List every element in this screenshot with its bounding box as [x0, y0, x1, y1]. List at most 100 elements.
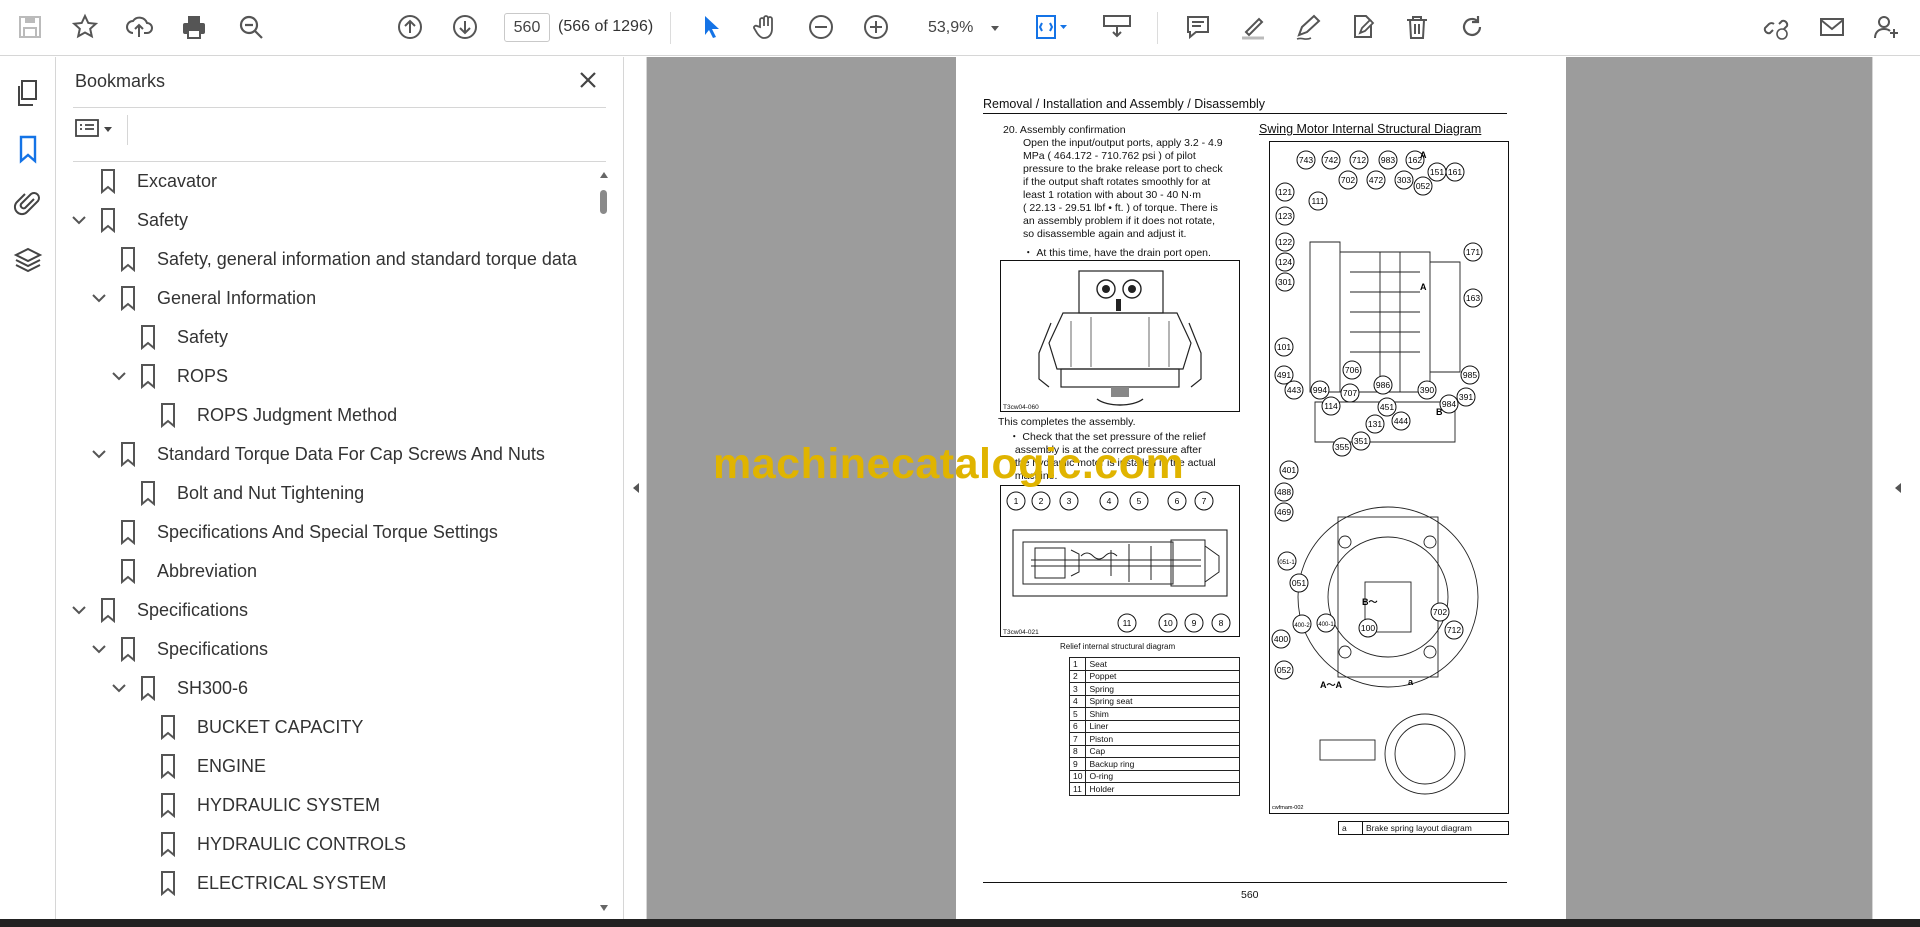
callout-label: 469: [1277, 507, 1291, 517]
chevron-down-icon[interactable]: [69, 210, 89, 230]
callout-bubble: 163: [1463, 288, 1483, 308]
page-number-input[interactable]: 560: [504, 13, 550, 42]
page-up-icon[interactable]: [393, 10, 427, 44]
bookmark-item[interactable]: Safety, general information and standard…: [89, 242, 577, 276]
bookmark-item[interactable]: ENGINE: [129, 749, 266, 783]
bookmark-item[interactable]: Safety: [69, 203, 188, 237]
right-panel-toggle[interactable]: [1872, 57, 1920, 927]
callout-bubble: 8: [1211, 613, 1231, 633]
account-icon[interactable]: [1869, 10, 1903, 44]
page-down-icon[interactable]: [448, 10, 482, 44]
edit-pdf-icon[interactable]: [1346, 10, 1380, 44]
share-link-icon[interactable]: [1759, 10, 1793, 44]
callout-label: 400: [1274, 634, 1288, 644]
callout-bubble: 400-2: [1292, 614, 1312, 634]
star-icon[interactable]: [68, 10, 102, 44]
draw-icon[interactable]: [1291, 10, 1325, 44]
callout-bubble: 488: [1274, 482, 1294, 502]
part-number: 11: [1068, 782, 1087, 796]
bookmark-item[interactable]: BUCKET CAPACITY: [129, 710, 363, 744]
save-icon[interactable]: [13, 10, 47, 44]
view-label: A～A: [1320, 680, 1342, 690]
zoom-in-icon[interactable]: [859, 10, 893, 44]
bookmark-label: Specifications: [157, 638, 269, 659]
text-line: MPa ( 464.172 - 710.762 psi ) of pilot: [1023, 150, 1196, 162]
callout-bubble: 443: [1284, 380, 1304, 400]
callout-bubble: 10: [1158, 613, 1178, 633]
attachments-icon[interactable]: [12, 188, 44, 220]
delete-icon[interactable]: [1400, 10, 1434, 44]
legend-key: a: [1339, 822, 1363, 834]
bookmark-item[interactable]: Safety: [109, 320, 228, 354]
scrollbar-thumb[interactable]: [600, 190, 607, 214]
bookmark-item[interactable]: Specifications: [69, 593, 248, 627]
bookmark-label: Specifications: [137, 599, 249, 620]
bookmark-item[interactable]: HYDRAULIC CONTROLS: [129, 827, 406, 861]
bookmark-icon: [117, 246, 139, 273]
chevron-down-icon[interactable]: [89, 444, 109, 464]
chevron-down-icon[interactable]: [69, 600, 89, 620]
view-label: A: [1420, 150, 1427, 160]
panel-scrollbar[interactable]: [597, 169, 611, 914]
bookmark-options-button[interactable]: [75, 117, 119, 143]
print-icon[interactable]: [177, 10, 211, 44]
zoom-select[interactable]: 53,9%: [917, 13, 1007, 42]
callout-bubble: 161: [1445, 162, 1465, 182]
upload-icon[interactable]: [122, 10, 156, 44]
highlight-icon[interactable]: [1236, 10, 1270, 44]
fit-page-icon[interactable]: [1030, 10, 1074, 44]
document-viewport[interactable]: Removal / Installation and Assembly / Di…: [647, 57, 1872, 927]
part-name: Seat: [1085, 657, 1240, 671]
bookmark-icon: [137, 324, 159, 351]
bookmark-item[interactable]: SH300-6: [109, 671, 248, 705]
diagram-title: Swing Motor Internal Structural Diagram: [1259, 122, 1482, 136]
bookmark-item[interactable]: Abbreviation: [89, 554, 257, 588]
bookmark-item[interactable]: ROPS: [109, 359, 228, 393]
callout-bubble: 4: [1099, 491, 1119, 511]
bookmark-item[interactable]: Specifications And Special Torque Settin…: [89, 515, 498, 549]
pages-thumbnail-icon[interactable]: [12, 77, 44, 109]
bookmark-item[interactable]: General Information: [89, 281, 316, 315]
rotate-icon[interactable]: [1455, 10, 1489, 44]
bookmark-item[interactable]: Standard Torque Data For Cap Screws And …: [89, 437, 545, 471]
bookmark-item[interactable]: Specifications: [89, 632, 268, 666]
bookmark-icon: [137, 363, 159, 390]
callout-label: 983: [1381, 155, 1395, 165]
parts-table: 1 Seat 2 Poppet 3 Spring 4 Spring seat 5 Shim 6 Lin…: [1068, 657, 1240, 796]
layers-icon[interactable]: [12, 244, 44, 276]
bookmark-panel-icon[interactable]: [12, 133, 44, 165]
bookmark-item[interactable]: ROPS Judgment Method: [129, 398, 397, 432]
callout-bubble: 706: [1342, 360, 1362, 380]
chevron-down-icon[interactable]: [109, 366, 129, 386]
scroll-mode-icon[interactable]: [1099, 10, 1135, 44]
part-name: Poppet: [1085, 669, 1240, 683]
close-icon[interactable]: [575, 67, 601, 93]
text-line: Open the input/output ports, apply 3.2 -…: [1023, 137, 1223, 149]
bookmark-label: BUCKET CAPACITY: [197, 716, 364, 737]
legend-box: a Brake spring layout diagram: [1338, 821, 1509, 835]
chevron-down-icon[interactable]: [109, 678, 129, 698]
callout-bubble: 123: [1275, 206, 1295, 226]
table-row: 2 Poppet: [1068, 669, 1240, 683]
chevron-down-icon[interactable]: [89, 639, 109, 659]
bookmark-item[interactable]: Bolt and Nut Tightening: [109, 476, 364, 510]
select-arrow-icon[interactable]: [694, 10, 728, 44]
chevron-down-icon[interactable]: [89, 288, 109, 308]
figure-code: cwfmam-002: [1272, 805, 1303, 811]
hand-icon[interactable]: [749, 10, 783, 44]
zoom-out-icon[interactable]: [804, 10, 838, 44]
bookmark-item[interactable]: Excavator: [69, 164, 217, 198]
panel-collapse-handle[interactable]: [624, 57, 647, 927]
bookmark-item[interactable]: ELECTRICAL SYSTEM: [129, 866, 386, 900]
email-icon[interactable]: [1815, 10, 1849, 44]
callout-bubble: 124: [1275, 252, 1295, 272]
comment-icon[interactable]: [1181, 10, 1215, 44]
bookmark-item[interactable]: HYDRAULIC SYSTEM: [129, 788, 380, 822]
figure-code: T3cw04-021: [1003, 629, 1039, 636]
callout-label: 131: [1368, 419, 1382, 429]
zoom-search-icon[interactable]: [234, 10, 268, 44]
